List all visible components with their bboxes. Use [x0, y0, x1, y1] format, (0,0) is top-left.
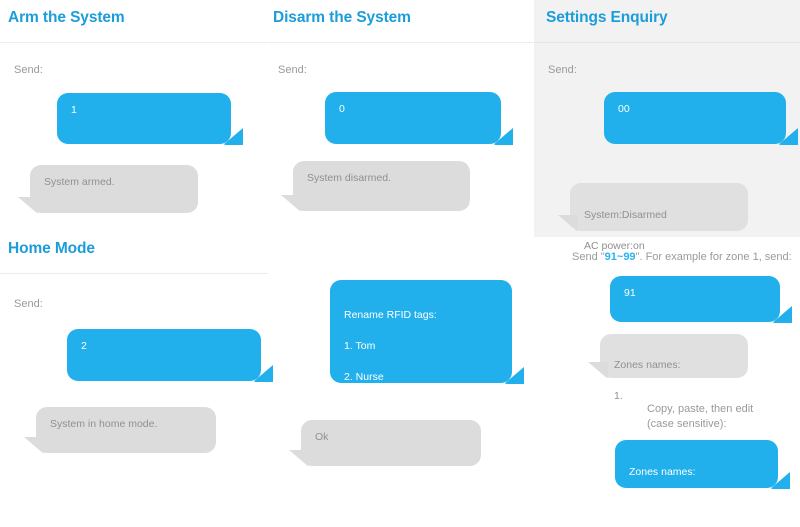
status-line-system: System:Disarmed — [584, 208, 667, 221]
rename-zone-title: Zones names: — [629, 465, 696, 478]
message-bubble-received-zones-names: Zones names: 1. — [588, 334, 748, 402]
message-bubble-received-settings-status: System:Disarmed AC power:on — [558, 183, 748, 252]
section-heading-disarm-the-system: Disarm the System — [273, 9, 411, 26]
section-heading-arm-the-system: Arm the System — [8, 9, 125, 26]
rfid-line-3: 3. Nancy — [344, 401, 386, 414]
send-label-disarm: Send: — [278, 64, 307, 76]
section-divider-disarm — [269, 42, 533, 43]
message-bubble-received-disarm: System disarmed. — [281, 161, 470, 212]
rfid-line-1: 1. Tom — [344, 339, 376, 352]
section-heading-settings-enquiry: Settings Enquiry — [546, 9, 668, 26]
sms-command-reference-page: Arm the System Send: 1 System armed. Hom… — [0, 0, 800, 509]
zone-note-suffix: ". For example for zone 1, send: — [635, 251, 792, 263]
message-bubble-received-ok: Ok — [289, 420, 481, 467]
zone-range-note: Send "91~99". For example for zone 1, se… — [572, 250, 792, 265]
message-bubble-sent-rename-rfid-tags: Rename RFID tags: 1. Tom 2. Nurse 3. Nan… — [330, 280, 524, 445]
section-divider-arm — [0, 42, 268, 43]
message-bubble-received-home-mode: System in home mode. — [24, 407, 216, 454]
message-bubble-received-arm: System armed. — [18, 165, 198, 214]
copy-paste-note-line-1: Copy, paste, then edit — [647, 403, 754, 415]
send-label-arm: Send: — [14, 64, 43, 76]
rename-zone-item-1: 1.Entrance door sensor — [629, 496, 739, 509]
message-bubble-sent-disarm: 0 — [325, 92, 513, 145]
message-bubble-sent-rename-zone: Zones names: 1.Entrance door sensor — [615, 440, 790, 509]
rfid-line-2: 2. Nurse — [344, 370, 384, 383]
message-bubble-sent-home-mode: 2 — [67, 329, 273, 382]
rfid-line-title: Rename RFID tags: — [344, 308, 437, 321]
send-label-settings-enquiry: Send: — [548, 64, 577, 76]
section-heading-home-mode: Home Mode — [8, 240, 95, 257]
message-bubble-sent-zone-query: 91 — [610, 276, 792, 323]
zone-note-prefix: Send " — [572, 251, 605, 263]
zones-names-title: Zones names: — [614, 358, 681, 371]
section-divider-settings-enquiry — [534, 42, 800, 43]
message-bubble-sent-arm: 1 — [57, 93, 243, 145]
send-label-home-mode: Send: — [14, 298, 43, 310]
copy-paste-note-line-2: (case sensitive): — [647, 418, 727, 430]
section-divider-home-mode — [0, 273, 268, 274]
zone-note-highlight: 91~99 — [604, 251, 636, 263]
message-bubble-sent-settings-enquiry: 00 — [604, 92, 798, 145]
